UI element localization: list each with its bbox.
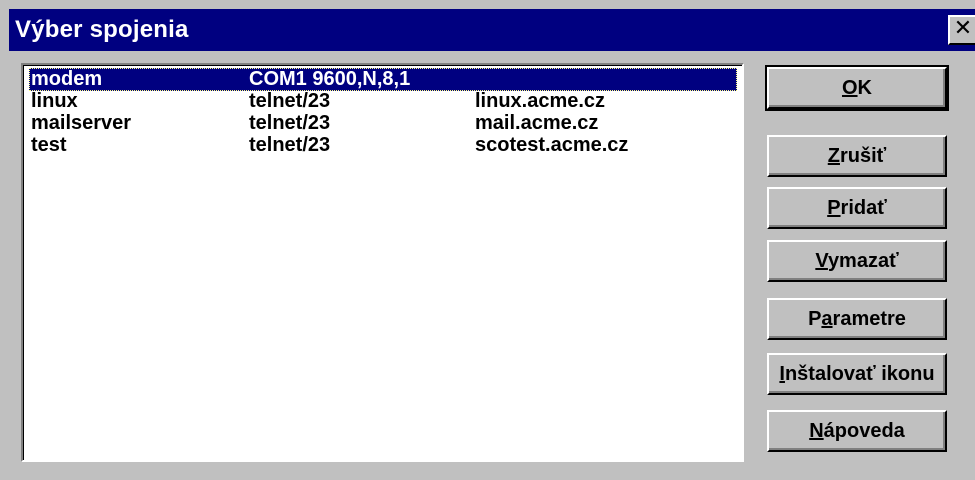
install-icon-button-label: Inštalovať ikonu <box>779 363 935 385</box>
connection-name: modem <box>31 68 103 90</box>
list-item-mailserver[interactable]: mailserver telnet/23 mail.acme.cz <box>29 112 737 135</box>
parameters-button[interactable]: Parametre <box>767 298 947 340</box>
connection-host: scotest.acme.cz <box>475 134 629 156</box>
title-bar[interactable]: Výber spojenia ✕ <box>9 9 975 51</box>
close-button[interactable]: ✕ <box>948 15 975 45</box>
close-icon: ✕ <box>953 16 973 41</box>
ok-button[interactable]: OK <box>765 65 949 111</box>
cancel-button[interactable]: Zrušiť <box>767 135 947 177</box>
parameters-button-label: Parametre <box>808 308 906 330</box>
connection-type: telnet/23 <box>249 134 331 156</box>
cancel-button-label: Zrušiť <box>827 145 887 167</box>
connection-type: telnet/23 <box>249 90 331 112</box>
connection-type: telnet/23 <box>249 112 331 134</box>
connection-type: COM1 9600,N,8,1 <box>249 68 411 90</box>
install-icon-button[interactable]: Inštalovať ikonu <box>767 353 947 395</box>
window-title: Výber spojenia <box>15 16 189 43</box>
list-item-linux[interactable]: linux telnet/23 linux.acme.cz <box>29 90 737 113</box>
delete-button-label: Vymazať <box>815 250 899 272</box>
add-button[interactable]: Pridať <box>767 187 947 229</box>
help-button[interactable]: Nápoveda <box>767 410 947 452</box>
delete-button[interactable]: Vymazať <box>767 240 947 282</box>
list-item-test[interactable]: test telnet/23 scotest.acme.cz <box>29 134 737 157</box>
help-button-label: Nápoveda <box>809 420 905 442</box>
connection-list[interactable]: modem COM1 9600,N,8,1 linux telnet/23 li… <box>21 63 744 462</box>
list-item-modem[interactable]: modem COM1 9600,N,8,1 <box>29 68 737 91</box>
connection-name: mailserver <box>31 112 132 134</box>
connection-name: linux <box>31 90 78 112</box>
ok-button-label: OK <box>841 77 872 99</box>
connection-host: mail.acme.cz <box>475 112 599 134</box>
connection-name: test <box>31 134 67 156</box>
add-button-label: Pridať <box>827 197 887 219</box>
connection-host: linux.acme.cz <box>475 90 606 112</box>
